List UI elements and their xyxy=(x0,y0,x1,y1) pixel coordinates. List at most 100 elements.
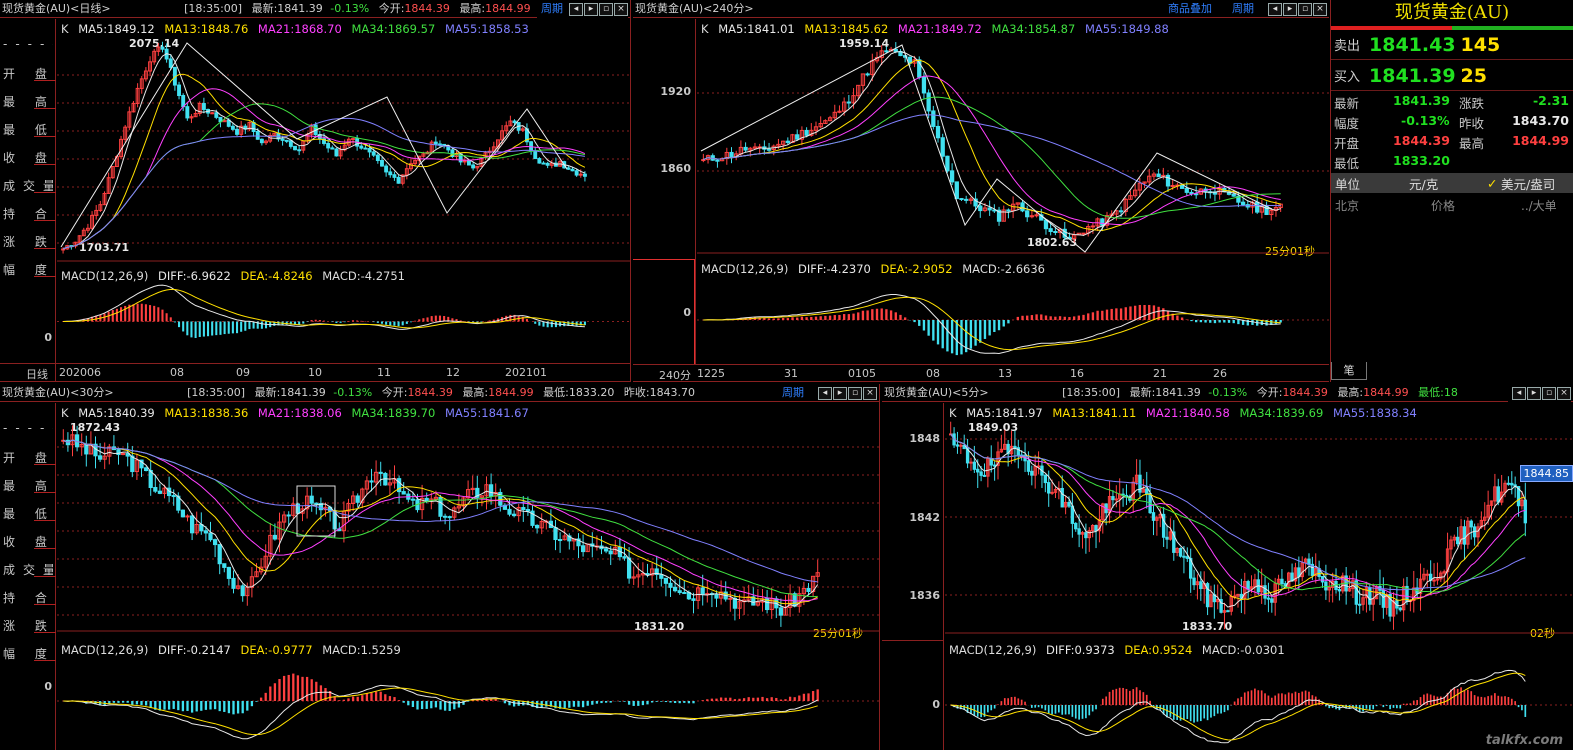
quote-hdr-vol: ../大单 xyxy=(1521,198,1557,213)
m5-next-icon[interactable]: ▸ xyxy=(1527,386,1541,400)
quote-bottom-tab[interactable]: 笔 xyxy=(1331,362,1367,380)
m30-next-icon[interactable]: ▸ xyxy=(833,386,847,400)
ma5-line xyxy=(63,439,819,609)
quote-sell-row[interactable]: 卖出 1841.43 145 xyxy=(1331,30,1573,60)
macd-diff-line xyxy=(703,294,1281,355)
candle-body xyxy=(806,587,811,592)
quote-buy-price: 1841.39 xyxy=(1369,64,1456,87)
candle-body xyxy=(1118,210,1124,213)
candle-body xyxy=(715,159,720,162)
h240-date-5: 16 xyxy=(1070,367,1084,380)
candle-body xyxy=(525,509,531,512)
candle-body xyxy=(210,112,215,115)
candle-body xyxy=(1506,482,1511,485)
quote-buy-vol: 25 xyxy=(1460,64,1487,87)
field-label-rule xyxy=(34,276,56,277)
m30-quote-high: 1844.99 xyxy=(488,386,534,399)
m30-close-icon[interactable]: × xyxy=(863,386,877,400)
candle-body xyxy=(987,207,992,211)
candle-body xyxy=(511,513,517,517)
h240-y-label-1: 1860 xyxy=(660,162,691,175)
candle-body xyxy=(1094,525,1098,532)
candle-body xyxy=(177,84,181,97)
candle-body xyxy=(293,145,297,151)
field-label-7: 涨 跌 xyxy=(3,619,53,633)
m5-quote-last: 最新:1841.39 xyxy=(1129,386,1201,399)
macd-diff-line xyxy=(950,669,1526,744)
field-label-8: 幅 度 xyxy=(3,263,53,277)
candle-body xyxy=(1026,460,1031,472)
candle-body xyxy=(380,160,384,167)
candle-body xyxy=(626,557,632,579)
h240-restore-icon[interactable]: ▫ xyxy=(1298,2,1312,16)
candle-body xyxy=(972,461,977,470)
field-label-rule xyxy=(34,164,56,165)
candle-body xyxy=(410,498,416,501)
m5-quote-high-lbl: 最高: xyxy=(1337,386,1364,399)
candle-body xyxy=(566,167,571,170)
quote-stat-last-value: 1841.39 xyxy=(1393,93,1450,108)
quote-sell-label: 卖出 xyxy=(1334,39,1361,54)
field-label-rule xyxy=(34,632,56,633)
daily-date-1: 08 xyxy=(170,366,184,379)
daily-date-4: 11 xyxy=(377,366,391,379)
m5-candles xyxy=(945,421,1573,744)
quote-sell-vol: 145 xyxy=(1460,33,1501,56)
h240-title: 现货黄金(AU)<240分> xyxy=(635,2,754,15)
quote-stat-open-value: 1844.39 xyxy=(1393,133,1450,148)
quote-unit-value[interactable]: 元/克 xyxy=(1409,174,1438,193)
h240-period-button[interactable]: 周期 xyxy=(1232,0,1254,18)
m30-title: 现货黄金(AU)<30分> xyxy=(2,386,114,399)
quote-stat-prev-label: 昨收 xyxy=(1459,116,1485,131)
daily-restore-icon[interactable]: ▫ xyxy=(599,2,613,16)
candle-body xyxy=(1178,547,1183,557)
daily-prev-icon[interactable]: ◂ xyxy=(569,2,583,16)
daily-close-icon[interactable]: × xyxy=(614,2,628,16)
candle-body xyxy=(180,509,186,518)
m5-macd-name: MACD(12,26,9) xyxy=(949,643,1037,657)
candle-body xyxy=(668,582,673,588)
h240-close-icon[interactable]: × xyxy=(1313,2,1327,16)
quote-buy-row[interactable]: 买入 1841.39 25 xyxy=(1331,61,1573,91)
m30-period-button[interactable]: 周期 xyxy=(782,384,804,402)
daily-period-button[interactable]: 周期 xyxy=(541,0,563,18)
m5-restore-icon[interactable]: ▫ xyxy=(1542,386,1556,400)
m5-quote-low: 最低:18 xyxy=(1418,386,1458,399)
m30-restore-icon[interactable]: ▫ xyxy=(848,386,862,400)
candle-body xyxy=(1425,573,1429,576)
candle-body xyxy=(61,248,66,251)
m5-prev-icon[interactable]: ◂ xyxy=(1512,386,1526,400)
h240-prev-icon[interactable]: ◂ xyxy=(1268,2,1282,16)
candle-body xyxy=(433,141,438,145)
ma21-line xyxy=(62,88,586,250)
candle-body xyxy=(1145,488,1149,494)
candle-body xyxy=(1231,193,1236,197)
candle-body xyxy=(288,140,293,147)
daily-macd-value: MACD:-4.2751 xyxy=(322,269,405,283)
quote-title: 现货黄金(AU) xyxy=(1394,2,1510,23)
h240-titlebar: 现货黄金(AU)<240分> 商品叠加 周期 ◂ ▸ ▫ × xyxy=(633,0,1329,18)
field-label-rule xyxy=(34,220,56,221)
h240-overlay-button[interactable]: 商品叠加 xyxy=(1168,0,1212,18)
candle-body xyxy=(507,508,512,515)
candle-body xyxy=(691,598,696,601)
candle-body xyxy=(230,125,235,130)
candle-body xyxy=(884,50,889,53)
h240-y-label-0: 1920 xyxy=(660,85,691,98)
candle-body xyxy=(160,46,165,50)
candle-body xyxy=(471,164,476,169)
m5-y-axis: 1848 1842 1836 0 xyxy=(882,403,944,750)
quote-stat-pct-label: 幅度 xyxy=(1334,116,1360,131)
quote-unit-alt[interactable]: 美元/盎司 xyxy=(1501,174,1555,193)
candle-body xyxy=(212,539,218,546)
candle-body xyxy=(392,174,397,178)
m30-prev-icon[interactable]: ◂ xyxy=(818,386,832,400)
candle-body xyxy=(1246,581,1250,590)
m5-macd-frame xyxy=(882,640,943,750)
m5-close-icon[interactable]: × xyxy=(1557,386,1571,400)
quote-unit-label: 单位 xyxy=(1335,176,1361,192)
h240-next-icon[interactable]: ▸ xyxy=(1283,2,1297,16)
quote-buy-label: 买入 xyxy=(1334,70,1361,85)
daily-next-icon[interactable]: ▸ xyxy=(584,2,598,16)
candle-body xyxy=(240,585,245,597)
